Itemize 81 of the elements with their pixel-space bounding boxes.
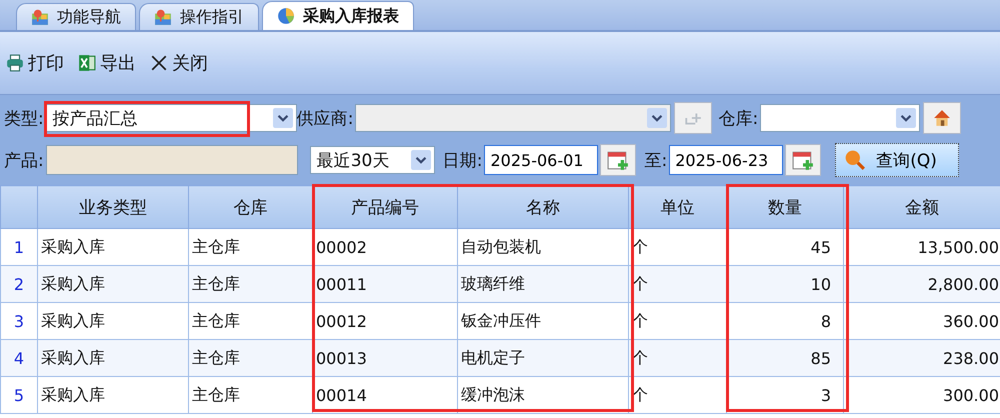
chevron-down-icon <box>410 150 431 170</box>
column-header[interactable]: 金额 <box>844 186 1000 228</box>
field-label: 日期: <box>442 150 482 172</box>
table-cell: 360.00 <box>943 312 999 330</box>
map-icon <box>31 8 49 26</box>
pie-chart-icon <box>277 7 295 25</box>
toolbar-button[interactable]: 打印 <box>4 49 66 77</box>
house-icon <box>933 109 952 127</box>
column-header[interactable]: 名称 <box>458 186 628 228</box>
column-header[interactable] <box>0 186 38 228</box>
column-header[interactable]: 产品编号 <box>312 186 458 228</box>
table-cell: 采购入库 <box>41 310 105 330</box>
table-cell: 采购入库 <box>41 274 105 292</box>
date-field[interactable]: 2025-06-23 <box>669 145 784 175</box>
product-field[interactable] <box>46 145 298 175</box>
field-label: 至: <box>644 150 668 172</box>
query-button[interactable]: 查询(Q) <box>835 143 960 177</box>
column-header[interactable]: 数量 <box>726 186 844 228</box>
table-cell: 玻璃纤维 <box>461 274 525 292</box>
field-label: 产品: <box>4 150 44 172</box>
row-number: 3 <box>14 312 24 330</box>
row-number: 5 <box>14 386 24 404</box>
warehouse-button[interactable] <box>923 102 962 134</box>
table-cell: 300.00 <box>943 386 999 404</box>
spreadsheet-icon <box>78 54 96 72</box>
tab[interactable]: 采购入库报表 <box>262 1 414 30</box>
table-cell: 主仓库 <box>192 274 240 292</box>
calendar-button[interactable] <box>600 144 636 176</box>
table-cell: 主仓库 <box>192 236 240 256</box>
table-cell: 8 <box>820 312 831 330</box>
table-cell: 自动包装机 <box>461 236 541 256</box>
column-header[interactable]: 单位 <box>628 186 726 228</box>
field-label: 供应商: <box>296 108 354 130</box>
tab[interactable]: 功能导航 <box>16 3 136 30</box>
table-cell: 3 <box>820 386 831 404</box>
column-header[interactable]: 业务类型 <box>38 186 188 228</box>
toolbar-button[interactable]: 导出 <box>76 49 138 77</box>
map-icon <box>154 8 172 26</box>
calendar-icon <box>792 149 814 171</box>
chevron-down-icon <box>647 108 668 128</box>
printer-icon <box>6 54 24 72</box>
field-label: 仓库: <box>718 108 758 130</box>
table-cell: 钣金冲压件 <box>461 310 541 330</box>
table-cell: 00012 <box>316 312 367 330</box>
warehouse-dropdown[interactable] <box>760 104 920 132</box>
table-cell: 85 <box>810 348 831 368</box>
table-cell: 45 <box>810 238 831 256</box>
tab[interactable]: 操作指引 <box>139 3 259 30</box>
close-icon <box>150 54 168 72</box>
table-cell: 00002 <box>316 238 367 256</box>
search-icon <box>844 149 866 171</box>
dropdown-value: 最近30天 <box>316 150 390 172</box>
table-cell: 采购入库 <box>41 236 105 256</box>
calendar-icon <box>607 149 630 171</box>
table-cell: 238.00 <box>943 348 999 368</box>
table-cell: 00013 <box>316 348 367 368</box>
field-label: 类型: <box>4 108 44 130</box>
dropdown-value: 按产品汇总 <box>52 108 138 130</box>
column-header[interactable]: 仓库 <box>188 186 312 228</box>
add-supplier-button[interactable] <box>674 102 712 134</box>
range-dropdown[interactable]: 最近30天 <box>310 146 435 174</box>
chevron-down-icon <box>896 108 916 128</box>
row-number: 1 <box>14 238 24 256</box>
date-field[interactable]: 2025-06-01 <box>484 145 598 175</box>
table-cell: 主仓库 <box>192 310 240 330</box>
table-cell: 10 <box>810 274 831 294</box>
table-cell: 主仓库 <box>192 348 240 366</box>
table-cell: 电机定子 <box>461 348 525 366</box>
row-number: 2 <box>14 274 24 294</box>
row-number: 4 <box>14 348 24 368</box>
table-cell: 00011 <box>316 274 367 294</box>
toolbar-button[interactable]: 关闭 <box>148 49 210 77</box>
chevron-down-icon <box>272 108 293 128</box>
table-cell: 缓冲泡沫 <box>461 384 525 404</box>
calendar-button[interactable] <box>785 144 822 176</box>
table-cell: 13,500.00 <box>918 238 999 256</box>
table-cell: 00014 <box>316 386 367 404</box>
table-cell: 2,800.00 <box>928 274 999 294</box>
table-cell: 采购入库 <box>41 384 105 404</box>
table-cell: 采购入库 <box>41 348 105 366</box>
table-cell: 主仓库 <box>192 384 240 404</box>
